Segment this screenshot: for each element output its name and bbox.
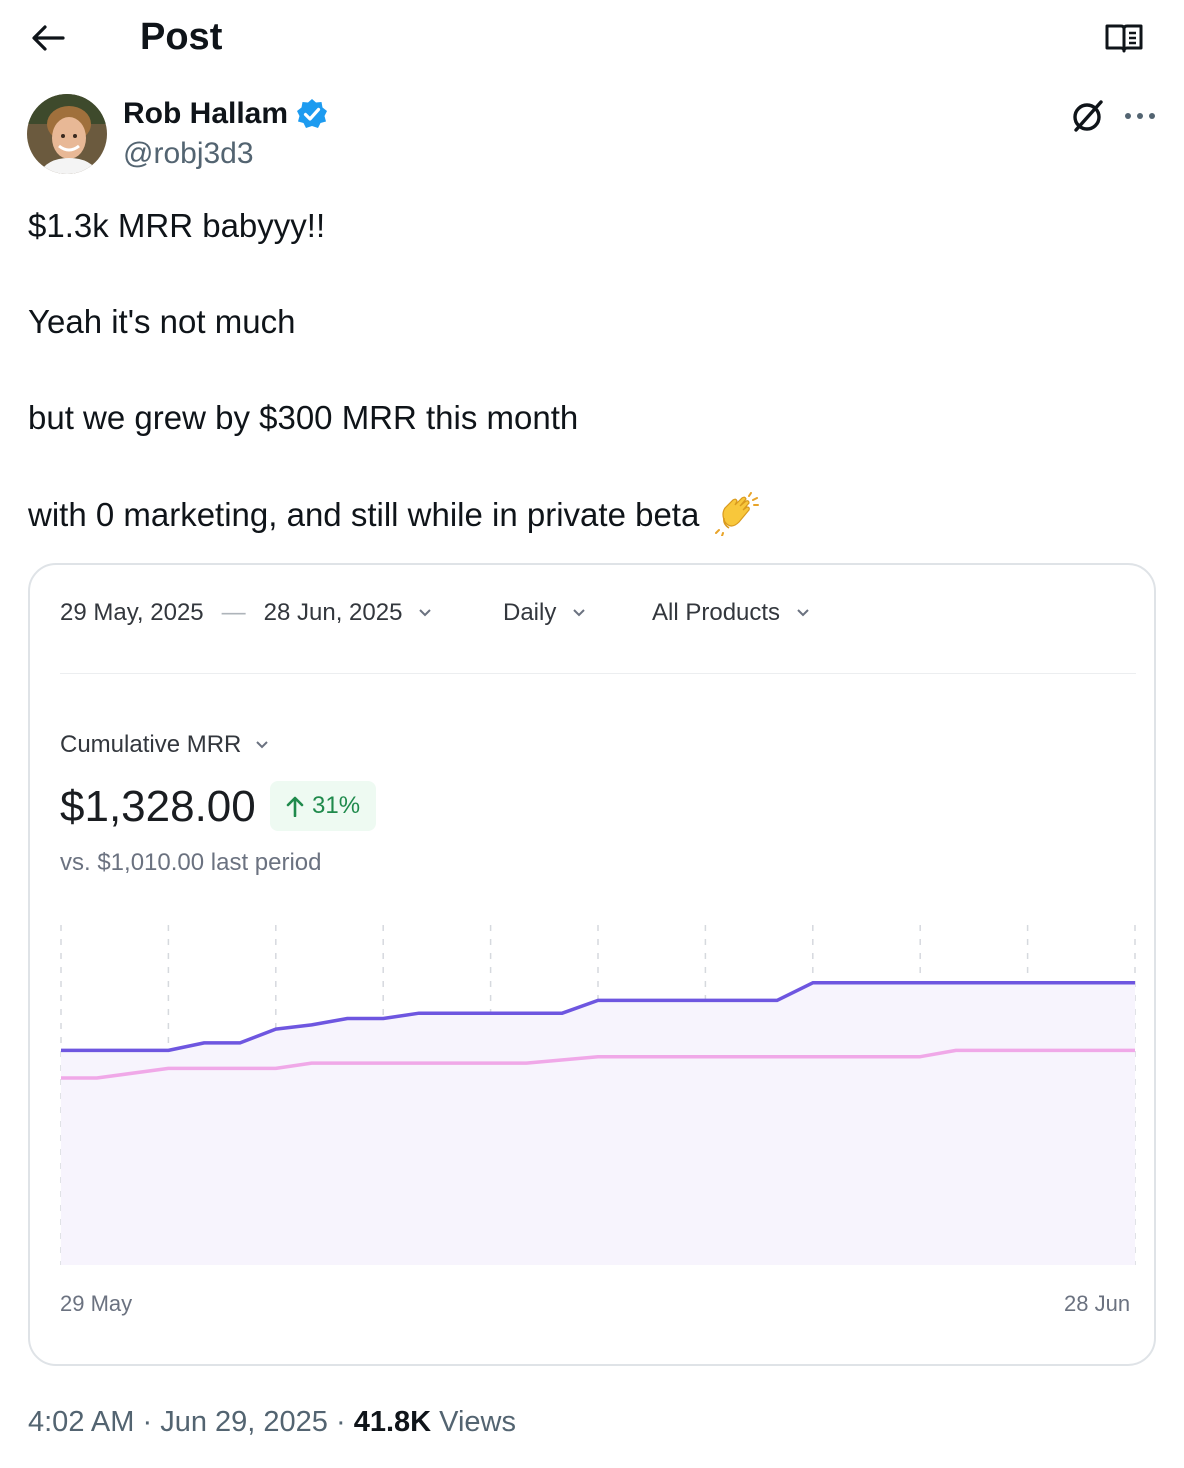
interval-label: Daily [503, 599, 557, 626]
chart-series-area [61, 982, 1135, 1265]
divider [60, 673, 1136, 674]
grok-button[interactable] [1066, 94, 1110, 138]
delta-badge: 31% [270, 781, 377, 831]
x-axis-end-label: 28 Jun [1064, 1291, 1131, 1316]
book-open-icon [1105, 24, 1143, 53]
post-meta: 4:02 AM · Jun 29, 2025 · 41.8K Views [28, 1402, 516, 1442]
mrr-card[interactable]: 29 May, 2025 — 28 Jun, 2025 Daily All Pr… [28, 563, 1156, 1366]
views-label: Views [439, 1406, 516, 1438]
back-button[interactable] [24, 16, 72, 60]
metric-selector[interactable]: Cumulative MRR [60, 729, 269, 761]
date-range-separator: — [221, 599, 246, 626]
post-time[interactable]: 4:02 AM [28, 1406, 134, 1438]
chevron-down-icon [573, 609, 586, 617]
author-name[interactable]: Rob Hallam [123, 94, 328, 134]
more-options-button[interactable] [1118, 94, 1162, 138]
post-text-line: $1.3k MRR babyyy!! [28, 207, 326, 244]
more-dots-icon [1125, 113, 1155, 119]
mrr-chart [60, 925, 1136, 1265]
author-name-text: Rob Hallam [123, 97, 289, 130]
date-range-start: 29 May, 2025 [60, 599, 204, 626]
date-range-selector[interactable]: 29 May, 2025 — 28 Jun, 2025 [60, 597, 432, 629]
products-selector[interactable]: All Products [652, 597, 810, 629]
views-count: 41.8K [353, 1406, 432, 1438]
post-text-last-line: with 0 marketing, and still while in pri… [28, 492, 759, 537]
x-axis-start-label: 29 May [60, 1291, 133, 1316]
clapping-hands-icon [714, 492, 759, 536]
arrow-left-icon [32, 25, 65, 51]
reader-mode-button[interactable] [1100, 16, 1148, 60]
post-date[interactable]: Jun 29, 2025 [160, 1406, 328, 1438]
meta-separator: · [142, 1406, 153, 1438]
post-text-line: but we grew by $300 MRR this month [28, 399, 579, 436]
meta-separator: · [335, 1406, 346, 1438]
comparison-text: vs. $1,010.00 last period [60, 849, 322, 876]
metric-label: Cumulative MRR [60, 731, 242, 758]
page-title: Post [140, 16, 223, 58]
products-label: All Products [652, 599, 781, 626]
post-text-line: Yeah it's not much [28, 303, 296, 340]
date-range-end: 28 Jun, 2025 [263, 599, 403, 626]
author-handle[interactable]: @robj3d3 [123, 134, 254, 174]
avatar[interactable] [27, 94, 107, 174]
metric-value: $1,328.00 [60, 782, 256, 831]
delta-value: 31% [312, 792, 361, 819]
arrow-up-icon [286, 796, 304, 817]
chevron-down-icon [419, 609, 432, 617]
grok-icon [1073, 100, 1103, 132]
chevron-down-icon [797, 609, 809, 617]
interval-selector[interactable]: Daily [503, 597, 586, 629]
chevron-down-icon [256, 741, 269, 749]
post-text-line: with 0 marketing, and still while in pri… [28, 496, 700, 533]
verified-badge-icon [297, 99, 328, 128]
